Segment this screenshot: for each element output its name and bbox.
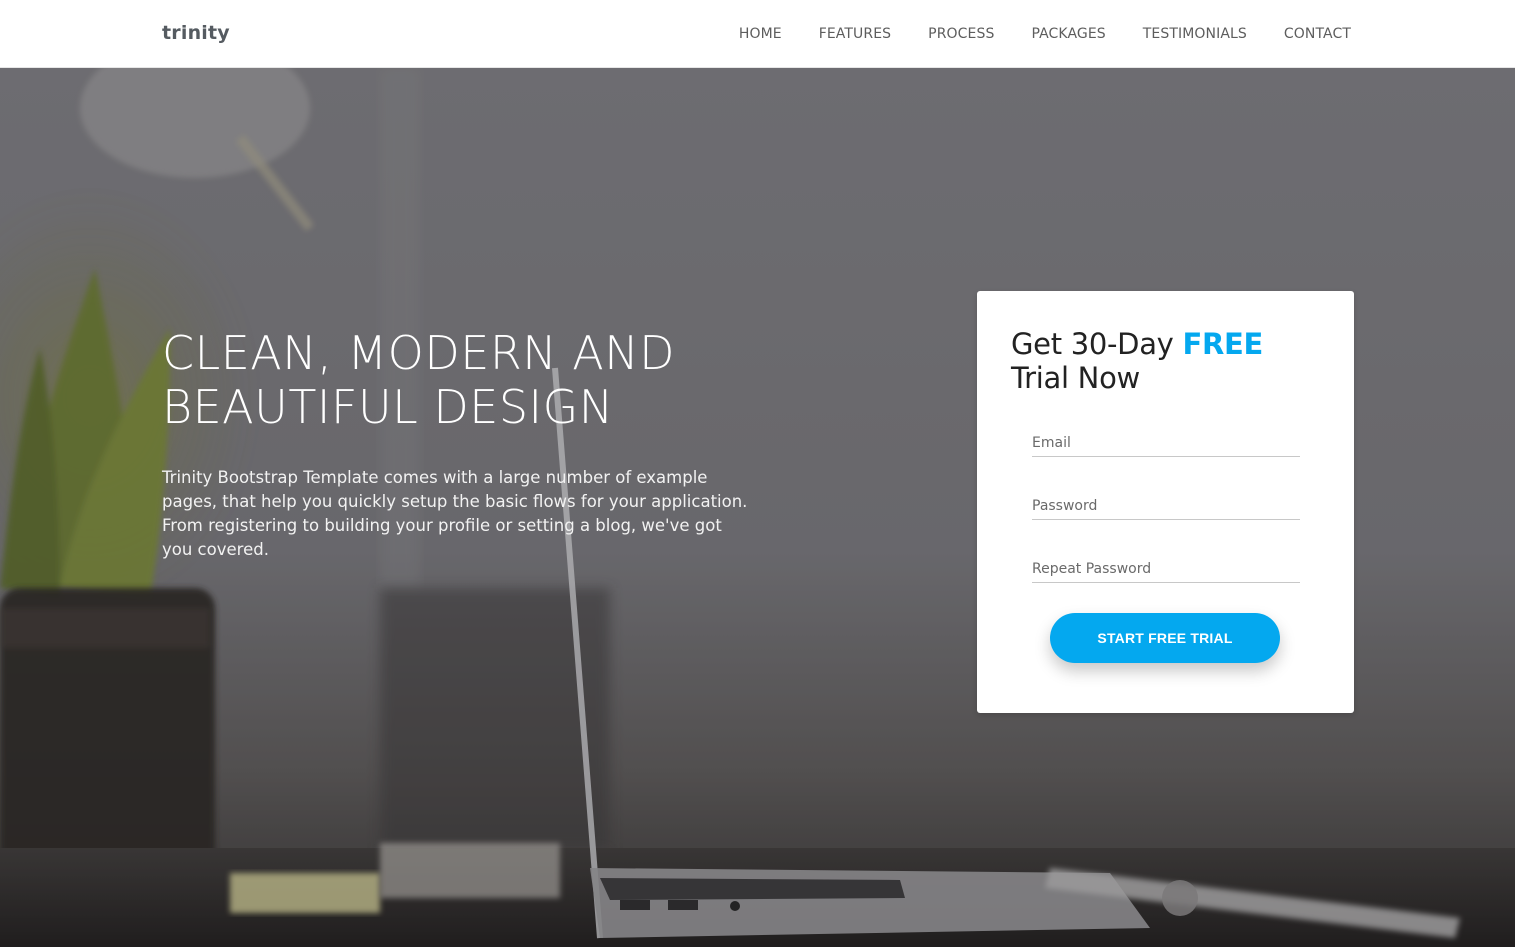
signup-title: Get 30-Day FREE Trial Now xyxy=(1011,327,1331,395)
hero-headline: CLEAN, MODERN AND BEAUTIFUL DESIGN xyxy=(162,326,782,434)
repeat-password-field-wrapper xyxy=(1032,557,1300,583)
signup-title-prefix: Get 30-Day xyxy=(1011,327,1183,361)
nav-menu: HOME FEATURES PROCESS PACKAGES TESTIMONI… xyxy=(702,0,1351,68)
repeat-password-input[interactable] xyxy=(1032,557,1300,581)
nav-link-features[interactable]: FEATURES xyxy=(819,26,891,42)
navbar: trinity HOME FEATURES PROCESS PACKAGES T… xyxy=(0,0,1515,68)
nav-link-packages[interactable]: PACKAGES xyxy=(1031,26,1105,42)
nav-link-contact[interactable]: CONTACT xyxy=(1284,26,1351,42)
hero-description: Trinity Bootstrap Template comes with a … xyxy=(162,468,748,559)
signup-title-accent: FREE xyxy=(1182,327,1264,361)
email-input[interactable] xyxy=(1032,431,1300,455)
hero-headline-line2: BEAUTIFUL DESIGN xyxy=(162,380,614,434)
start-free-trial-button[interactable]: START FREE TRIAL xyxy=(1050,613,1280,663)
hero-headline-line1: CLEAN, MODERN AND xyxy=(162,326,676,380)
nav-link-testimonials[interactable]: TESTIMONIALS xyxy=(1143,26,1247,42)
nav-link-home[interactable]: HOME xyxy=(739,26,782,42)
email-field-wrapper xyxy=(1032,431,1300,457)
password-input[interactable] xyxy=(1032,494,1300,518)
nav-link-process[interactable]: PROCESS xyxy=(928,26,994,42)
signup-card: Get 30-Day FREE Trial Now START FREE TRIA… xyxy=(977,291,1354,713)
signup-title-suffix: Trial Now xyxy=(1011,361,1140,395)
password-field-wrapper xyxy=(1032,494,1300,520)
brand-logo[interactable]: trinity xyxy=(162,22,230,44)
hero-section: CLEAN, MODERN AND BEAUTIFUL DESIGN Trinit… xyxy=(0,68,1515,947)
